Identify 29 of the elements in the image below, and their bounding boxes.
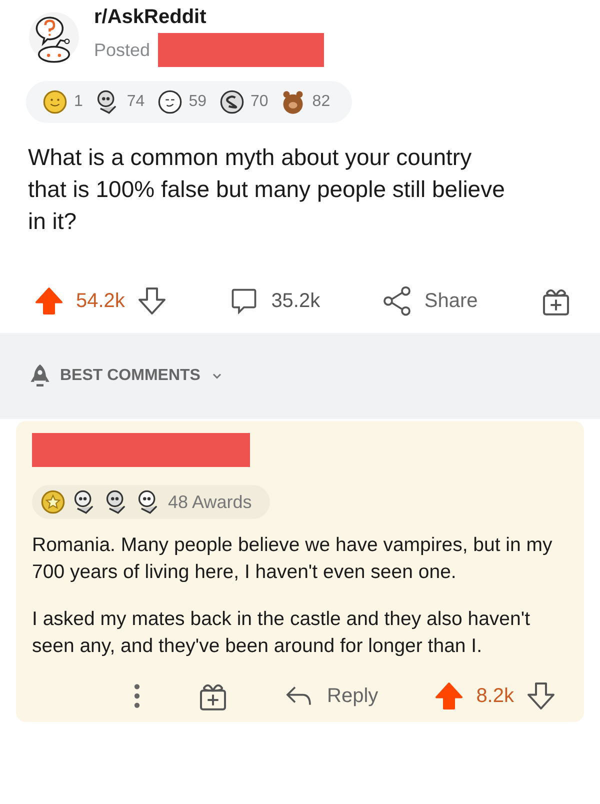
downvote-icon[interactable]: [526, 681, 556, 711]
comment-text: Romania. Many people believe we have vampires, but in my 700 years of living here, I haven't even seen one.: [32, 533, 554, 585]
more-options-icon[interactable]: [133, 682, 142, 710]
award-count: 48 Awards: [168, 492, 252, 512]
vote-score: 8.2k: [476, 684, 514, 708]
award-count: 82: [312, 93, 330, 111]
awards-bar[interactable]: 1 74 59 70 82: [26, 81, 352, 123]
subreddit-name[interactable]: r/AskReddit: [94, 6, 324, 29]
share-button[interactable]: Share: [382, 286, 478, 316]
sort-dropdown[interactable]: BEST COMMENTS: [26, 362, 224, 390]
upvote-icon[interactable]: [34, 286, 64, 316]
award-count: 59: [188, 93, 206, 111]
coin-icon: [218, 89, 244, 115]
upvote-icon[interactable]: [434, 681, 464, 711]
face-icon: [156, 89, 183, 115]
awards-bar[interactable]: 48 Awards: [32, 485, 270, 519]
snoo-avatar-icon: [28, 10, 80, 62]
vote-score: 54.2k: [76, 290, 125, 312]
downvote-icon[interactable]: [136, 286, 167, 316]
award-count: 74: [126, 93, 145, 111]
posted-label: Posted: [94, 40, 150, 60]
comment-count: 35.2k: [271, 290, 320, 312]
reply-button[interactable]: Reply: [285, 681, 378, 711]
post-title: What is a common myth about your country that is 100% false but many people still believe in it?: [28, 143, 505, 236]
award-count: 1: [74, 93, 83, 111]
comment-text: I asked my mates back in the castle and they also haven't seen any, and they've been around for longer than I.: [32, 607, 531, 659]
award-count: 70: [250, 93, 268, 111]
sun-icon: [42, 89, 68, 115]
share-icon: [382, 286, 412, 316]
